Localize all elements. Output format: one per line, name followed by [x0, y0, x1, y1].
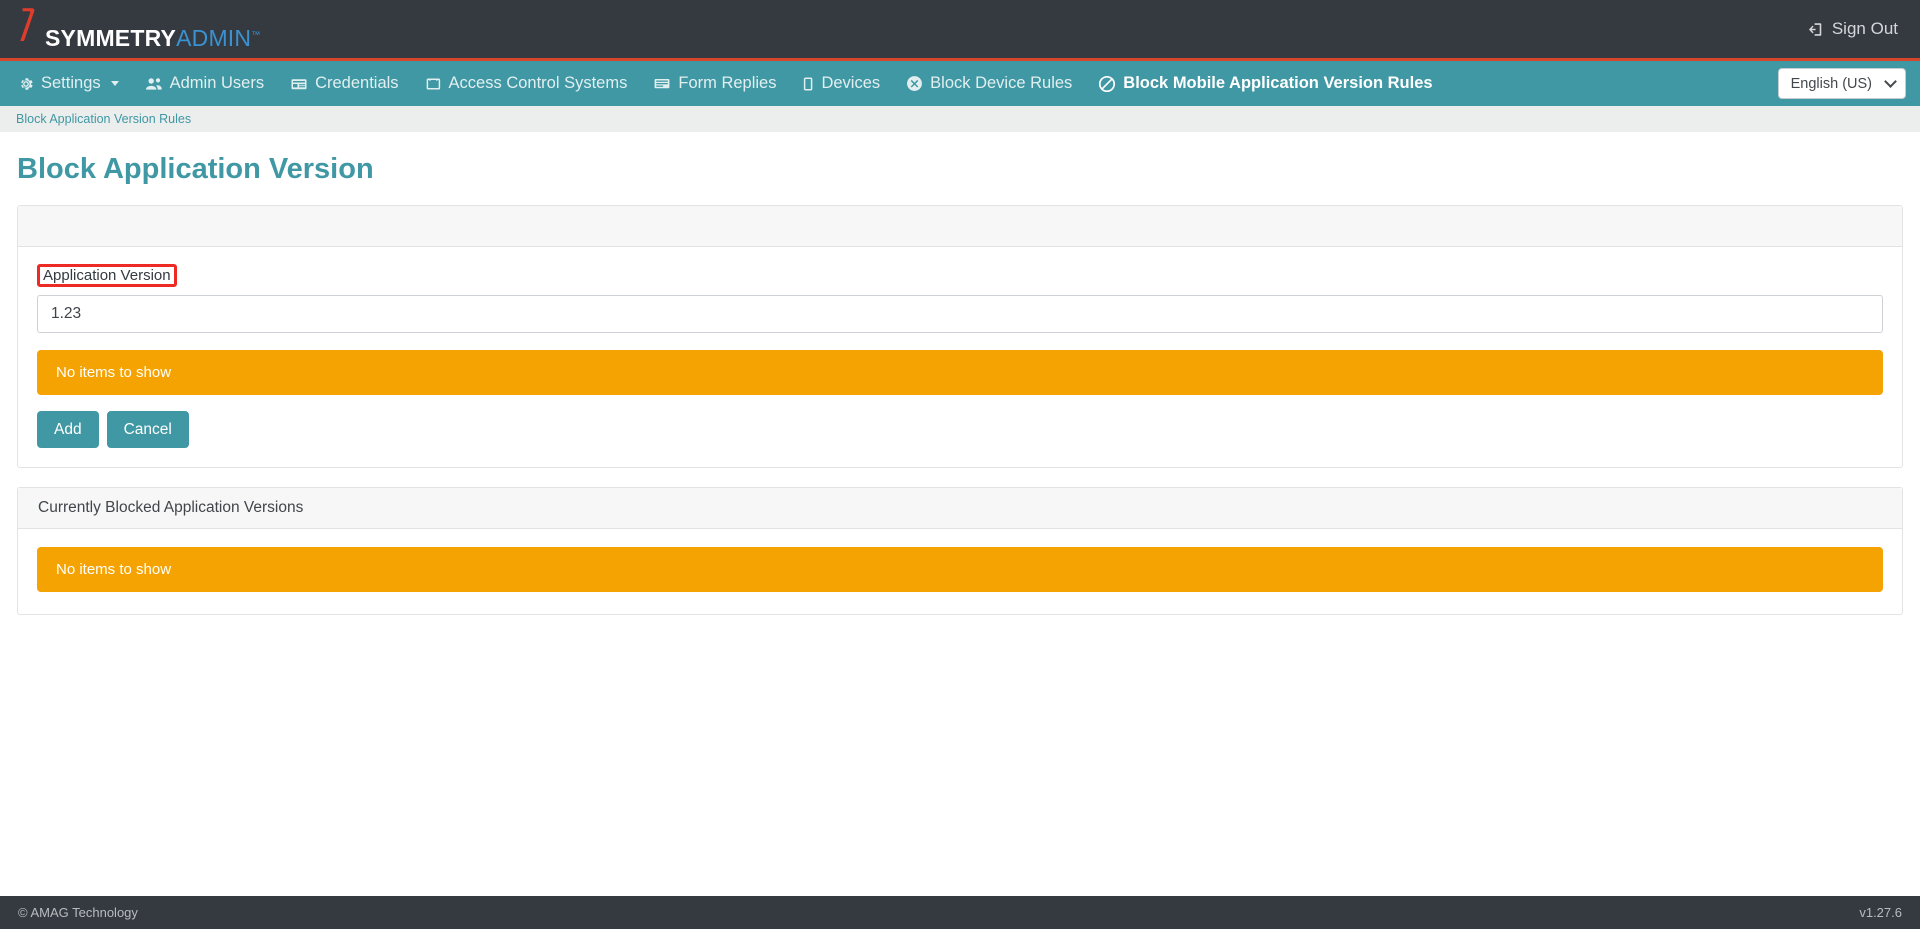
blocked-card-body: No items to show: [18, 529, 1902, 614]
monitor-icon: [653, 76, 671, 92]
sign-out-label: Sign Out: [1831, 19, 1898, 38]
page-footer: © AMAG Technology v1.27.6: [0, 896, 1920, 929]
card-spacer: [17, 468, 1903, 487]
logo-wordmark: SYMMETRYADMIN™: [45, 27, 260, 50]
cancel-button[interactable]: Cancel: [106, 411, 189, 449]
application-version-label-highlight: Application Version: [37, 264, 177, 287]
panel-icon: [425, 76, 442, 92]
footer-version: v1.27.6: [1859, 905, 1902, 920]
app-logo[interactable]: SYMMETRYADMIN™: [18, 7, 260, 50]
blocked-card-empty-alert: No items to show: [37, 547, 1883, 593]
nav-label-devices: Devices: [821, 74, 881, 92]
page-title: Block Application Version: [17, 153, 374, 185]
nav-item-credentials[interactable]: Credentials: [277, 61, 411, 106]
nav-label-settings: Settings: [41, 74, 101, 92]
page-content: Block Application Version Application Ve…: [0, 132, 1920, 616]
add-button[interactable]: Add: [37, 411, 99, 449]
application-version-input[interactable]: [37, 295, 1883, 333]
language-selector[interactable]: English (US): [1777, 68, 1906, 99]
nav-item-admin-users[interactable]: Admin Users: [132, 61, 277, 106]
gear-icon: [18, 76, 34, 92]
sign-out-button[interactable]: Sign Out: [1808, 19, 1898, 39]
add-card-empty-alert-text: No items to show: [56, 364, 172, 381]
add-application-version-card: Application Version No items to show Add…: [17, 205, 1903, 469]
card-icon: [290, 76, 308, 92]
blocked-card-header: Currently Blocked Application Versions: [18, 488, 1902, 530]
nav-label-credentials-users: Admin Users: [169, 74, 265, 92]
logo-admin-text: ADMIN: [176, 25, 252, 51]
application-version-label: Application Version: [43, 267, 171, 284]
chevron-down-icon: [110, 81, 119, 86]
nav-label-block-device-rules: Block Device Rules: [930, 74, 1073, 92]
nav-item-block-mobile-application-version-rules[interactable]: Block Mobile Application Version Rules: [1085, 61, 1445, 106]
breadcrumb: Block Application Version Rules: [0, 106, 1920, 132]
users-icon: [145, 76, 163, 92]
add-card-empty-alert: No items to show: [37, 350, 1883, 395]
blocked-card-header-label: Currently Blocked Application Versions: [38, 499, 304, 517]
nav-items: Settings Admin Users Credentials Access …: [18, 61, 1446, 106]
nav-label-credentials: Credentials: [315, 74, 399, 92]
symmetry-hook-logo-icon: [18, 7, 44, 48]
ban-icon: [1098, 75, 1116, 93]
nav-item-access-control-systems[interactable]: Access Control Systems: [412, 61, 641, 106]
add-card-body: Application Version No items to show Add…: [18, 247, 1902, 467]
circle-x-icon: [906, 75, 923, 92]
nav-item-devices[interactable]: Devices: [789, 61, 893, 106]
add-card-button-row: Add Cancel: [37, 411, 1883, 449]
top-bar: SYMMETRYADMIN™ Sign Out: [0, 0, 1920, 61]
logo-trademark: ™: [251, 29, 261, 40]
language-selected-value: English (US): [1790, 75, 1872, 92]
chevron-down-icon: [1884, 75, 1897, 88]
nav-item-form-replies[interactable]: Form Replies: [640, 61, 789, 106]
mobile-icon: [802, 76, 814, 92]
breadcrumb-link-block-application-version-rules[interactable]: Block Application Version Rules: [16, 112, 191, 126]
sign-out-icon: [1808, 21, 1825, 38]
add-card-header: [18, 206, 1902, 247]
nav-item-block-device-rules[interactable]: Block Device Rules: [893, 61, 1085, 106]
footer-copyright: © AMAG Technology: [18, 905, 138, 920]
logo-symmetry-text: SYMMETRY: [45, 25, 177, 51]
currently-blocked-versions-card: Currently Blocked Application Versions N…: [17, 487, 1903, 616]
main-navigation: Settings Admin Users Credentials Access …: [0, 61, 1920, 106]
nav-item-settings[interactable]: Settings: [18, 61, 132, 106]
nav-label-access-control-systems: Access Control Systems: [448, 74, 628, 92]
nav-label-block-mobile-application-version-rules: Block Mobile Application Version Rules: [1123, 74, 1433, 92]
blocked-card-empty-alert-text: No items to show: [56, 561, 172, 579]
nav-label-form-replies: Form Replies: [678, 74, 777, 92]
